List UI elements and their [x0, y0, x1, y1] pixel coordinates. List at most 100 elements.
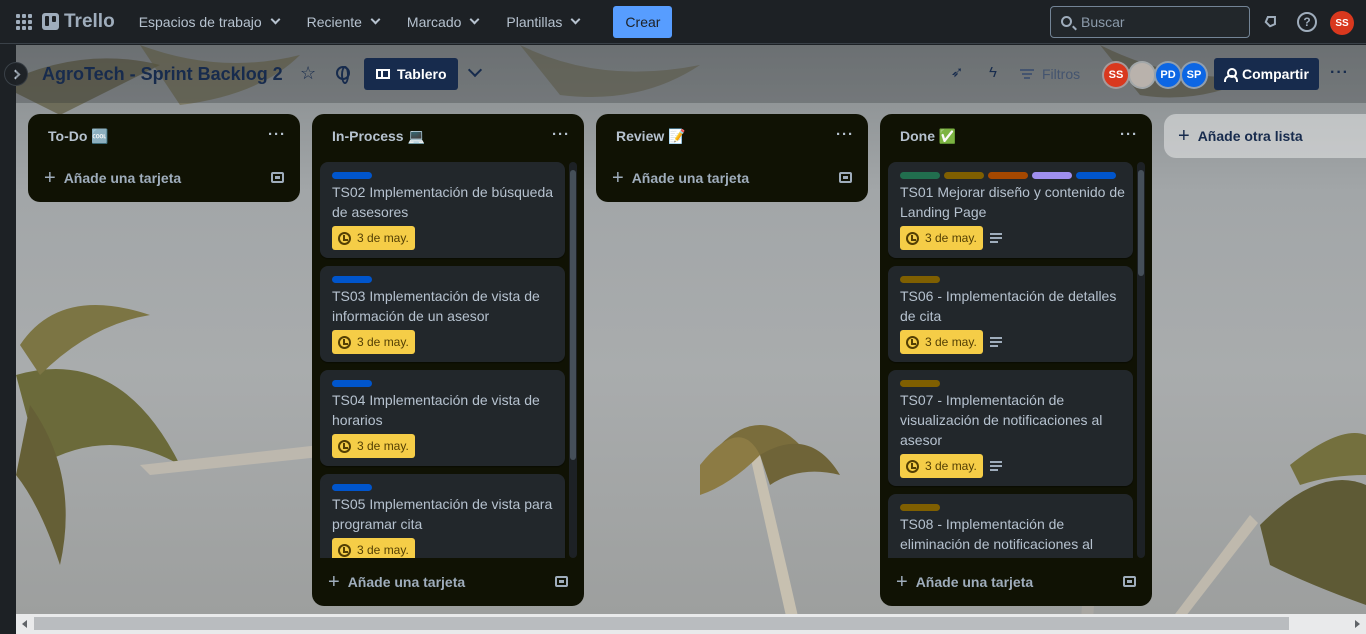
scrollbar-thumb[interactable]	[34, 617, 1289, 630]
search-input[interactable]: Buscar	[1050, 6, 1250, 38]
plus-icon: +	[612, 167, 624, 189]
filter-icon	[1020, 69, 1034, 79]
add-card-label: Añade una tarjeta	[631, 170, 750, 186]
member-avatar[interactable]: SS	[1102, 61, 1130, 89]
card-labels	[332, 380, 376, 387]
list-menu-icon[interactable]: ···	[836, 126, 854, 143]
member-avatar[interactable]: PD	[1154, 61, 1182, 89]
nav-workspaces-dropdown[interactable]: Espacios de trabajo	[129, 6, 289, 38]
label-green[interactable]	[900, 172, 940, 179]
add-list-button[interactable]: + Añade otra lista	[1164, 114, 1366, 158]
card[interactable]: TS03 Implementación de vista de informac…	[320, 266, 565, 362]
card[interactable]: TS06 - Implementación de detalles de cit…	[888, 266, 1133, 362]
list-menu-icon[interactable]: ···	[268, 126, 286, 143]
label-yellow[interactable]	[944, 172, 984, 179]
label-blue[interactable]	[332, 276, 372, 283]
due-date-badge[interactable]: 3 de may.	[332, 226, 415, 250]
label-blue[interactable]	[332, 380, 372, 387]
board-horizontal-scrollbar[interactable]	[16, 614, 1366, 634]
due-date-badge[interactable]: 3 de may.	[332, 330, 415, 354]
card-labels	[900, 380, 944, 387]
filters-button[interactable]: Filtros	[1020, 58, 1080, 90]
scroll-right-arrow-icon[interactable]	[1355, 620, 1360, 628]
list-title[interactable]: Review 📝	[616, 128, 686, 145]
list-title[interactable]: To-Do 🆒	[48, 128, 109, 145]
label-orange[interactable]	[988, 172, 1028, 179]
search-icon	[1061, 16, 1072, 27]
card-template-icon[interactable]	[1123, 576, 1136, 587]
scrollbar-thumb[interactable]	[570, 170, 576, 460]
card[interactable]: TS01 Mejorar diseño y contenido de Landi…	[888, 162, 1133, 258]
list-title[interactable]: In-Process 💻	[332, 128, 425, 145]
board-view-button[interactable]: Tablero	[364, 58, 458, 90]
due-date-badge[interactable]: 3 de may.	[332, 434, 415, 458]
automation-lightning-icon[interactable]: ϟ	[984, 64, 1002, 82]
nav-templates-dropdown[interactable]: Plantillas	[496, 6, 589, 38]
label-blue[interactable]	[332, 484, 372, 491]
due-date-badge[interactable]: 3 de may.	[900, 454, 983, 478]
due-date-badge[interactable]: 3 de may.	[900, 226, 983, 250]
label-yellow[interactable]	[900, 276, 940, 283]
description-icon	[990, 233, 1002, 243]
chevron-down-icon	[270, 14, 281, 25]
due-date: 3 de may.	[925, 231, 977, 245]
card[interactable]: TS04 Implementación de vista de horarios…	[320, 370, 565, 466]
card[interactable]: TS08 - Implementación de eliminación de …	[888, 494, 1133, 558]
due-date: 3 de may.	[357, 439, 409, 453]
member-avatar[interactable]: SP	[1180, 61, 1208, 89]
list-todo: To-Do 🆒 ··· + Añade una tarjeta	[28, 114, 300, 202]
visibility-globe-icon[interactable]	[336, 66, 350, 84]
card-template-icon[interactable]	[555, 576, 568, 587]
list-menu-icon[interactable]: ···	[552, 126, 570, 143]
scrollbar-thumb[interactable]	[1138, 170, 1144, 276]
add-card-button[interactable]: + Añade una tarjeta	[44, 168, 181, 188]
due-date-badge[interactable]: 3 de may.	[332, 538, 415, 558]
card-labels	[332, 172, 376, 179]
add-card-button[interactable]: + Añade una tarjeta	[612, 167, 750, 189]
list-menu-icon[interactable]: ···	[1120, 126, 1138, 143]
label-blue[interactable]	[1076, 172, 1116, 179]
plus-icon: +	[896, 571, 908, 593]
card-template-icon[interactable]	[271, 172, 284, 183]
add-card-label: Añade una tarjeta	[915, 574, 1034, 590]
list-title[interactable]: Done ✅	[900, 128, 956, 145]
label-purple[interactable]	[1032, 172, 1072, 179]
board-title[interactable]: AgroTech - Sprint Backlog 2	[42, 64, 283, 85]
add-card-button[interactable]: + Añade una tarjeta	[896, 571, 1034, 593]
card[interactable]: TS05 Implementación de vista para progra…	[320, 474, 565, 558]
member-avatar-photo[interactable]	[1128, 61, 1156, 89]
notifications-icon[interactable]	[1260, 12, 1280, 32]
board-menu-icon[interactable]: ···	[1330, 64, 1349, 82]
add-card-button[interactable]: + Añade una tarjeta	[328, 571, 465, 593]
card-template-icon[interactable]	[839, 172, 852, 183]
card[interactable]: TS02 Implementación de búsqueda de aseso…	[320, 162, 565, 258]
scroll-left-arrow-icon[interactable]	[22, 620, 27, 628]
user-avatar[interactable]: SS	[1330, 11, 1354, 35]
nav-starred-dropdown[interactable]: Marcado	[397, 6, 488, 38]
label-blue[interactable]	[332, 172, 372, 179]
trello-logo[interactable]: Trello	[42, 11, 115, 33]
power-ups-rocket-icon[interactable]: ➶	[948, 64, 966, 82]
create-button[interactable]: Crear	[613, 5, 673, 38]
card-title: TS03 Implementación de vista de informac…	[332, 288, 540, 324]
clock-icon	[906, 231, 919, 245]
card-title: TS05 Implementación de vista para progra…	[332, 496, 553, 532]
clock-icon	[338, 543, 351, 557]
card-title: TS01 Mejorar diseño y contenido de Landi…	[900, 184, 1125, 220]
nav-recent-label: Reciente	[306, 13, 362, 30]
trello-logo-text: Trello	[64, 10, 115, 32]
star-icon[interactable]: ☆	[300, 64, 318, 82]
list-scrollbar[interactable]	[1137, 162, 1145, 558]
app-switcher-icon[interactable]	[16, 13, 32, 30]
due-date-badge[interactable]: 3 de may.	[900, 330, 983, 354]
nav-recent-dropdown[interactable]: Reciente	[297, 6, 389, 38]
plus-icon: +	[328, 571, 340, 593]
label-yellow[interactable]	[900, 380, 940, 387]
card-labels	[900, 276, 944, 283]
list-scrollbar[interactable]	[569, 162, 577, 558]
card[interactable]: TS07 - Implementación de visualización d…	[888, 370, 1133, 486]
help-icon[interactable]: ?	[1297, 12, 1317, 32]
label-yellow[interactable]	[900, 504, 940, 511]
share-button[interactable]: Compartir	[1214, 58, 1319, 90]
description-icon	[990, 337, 1002, 347]
